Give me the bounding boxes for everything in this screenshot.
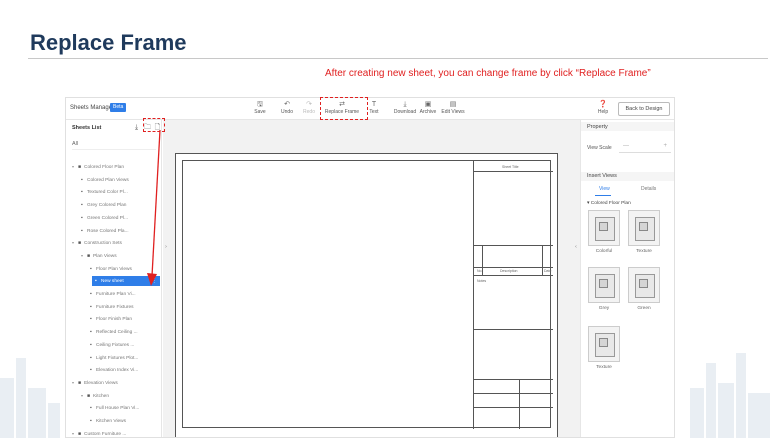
view-scale-stepper[interactable]: — +: [619, 142, 671, 153]
tree-sheet[interactable]: ▪ Furniture Plan Vi...: [90, 289, 160, 299]
tree-item-label: Kitchen Views: [96, 419, 127, 424]
tree-sheet[interactable]: ▪ Floor Finish Plan: [90, 314, 160, 324]
download-button[interactable]: ⤓ Download: [392, 101, 418, 118]
tree-item-label: Colored Plan Views: [87, 177, 129, 183]
tree-item-label: New sheet: [101, 279, 124, 285]
tree-sheet[interactable]: ▪ Furniture Fixtures: [90, 302, 160, 312]
view-thumbnail-label: Texture: [636, 249, 652, 254]
view-group-label: ▾ Colored Floor Plan: [587, 201, 631, 206]
tree-item-label: Rose Colored Pla...: [87, 228, 129, 234]
tree-item-label: Elevation Views: [84, 380, 118, 386]
slide-title: Replace Frame: [30, 30, 187, 55]
download-icon: ⤓: [403, 101, 407, 108]
view-scale-label: View Scale: [587, 145, 612, 151]
tree-item-label: Textured Color Pl...: [87, 190, 128, 196]
decrease-scale-icon[interactable]: —: [623, 143, 629, 149]
floor-plan-preview: [628, 210, 660, 246]
title-block-header: Sheet Title: [502, 165, 519, 169]
floor-plan-preview: [588, 210, 620, 246]
tree-item-label: Grey Colored Plan: [87, 203, 127, 209]
sheets-list-title: Sheets List: [72, 125, 102, 131]
tree-item-label: Floor Plan Views: [96, 266, 132, 272]
app-title: Sheets Manager: [70, 105, 115, 111]
revision-date-label: Date: [544, 269, 552, 273]
tree-sheet[interactable]: ▪ Full House Plan Vi...: [90, 403, 160, 413]
slide-caption: After creating new sheet, you can change…: [325, 68, 651, 79]
tree-item-label: Custom Furniture ...: [84, 431, 127, 437]
increase-scale-icon[interactable]: +: [663, 143, 667, 149]
view-thumbnail[interactable]: Grey: [586, 267, 622, 311]
tab-details[interactable]: Details: [641, 186, 656, 192]
view-thumbnail[interactable]: Texture: [586, 326, 622, 370]
help-button[interactable]: ❓ Help: [596, 101, 610, 115]
floor-plan-preview: [588, 267, 620, 303]
floor-plan-preview: [588, 326, 620, 362]
replace-frame-highlight: [320, 97, 368, 120]
tree-folder[interactable]: ▾ ■ Elevation Views: [72, 378, 160, 388]
property-panel: Property View Scale — + Insert Views Vie…: [580, 120, 674, 437]
view-thumbnail[interactable]: Colorful: [586, 210, 622, 254]
view-thumbnail[interactable]: Texture: [626, 210, 662, 254]
view-thumbnail[interactable]: Green: [626, 267, 662, 311]
archive-icon: ▣: [424, 101, 432, 108]
edit-views-button[interactable]: ▤ Edit Views: [438, 101, 468, 118]
floor-plan-preview: [628, 267, 660, 303]
tree-item-label: Elevation Index Vi...: [96, 368, 139, 374]
tree-sheet[interactable]: ▪ Light Fixtures Plot...: [90, 353, 160, 363]
back-to-design-button[interactable]: Back to Design: [618, 102, 670, 116]
help-icon: ❓: [598, 101, 608, 108]
view-thumbnail-label: Texture: [596, 365, 612, 370]
tree-item-label: Furniture Plan Vi...: [96, 292, 136, 297]
title-divider: [28, 58, 768, 59]
tree-sheet[interactable]: ▪ Ceiling Fixtures ...: [90, 340, 160, 350]
insert-views-title: Insert Views: [587, 173, 617, 179]
tree-sheet[interactable]: ▪ Elevation Index Vi...: [90, 365, 160, 375]
sheet-canvas[interactable]: › Sheet Title No. Description Date Notes: [163, 120, 580, 437]
redo-button[interactable]: ↷ Redo: [295, 101, 323, 118]
view-thumbnail-label: Green: [637, 306, 651, 311]
tree-sheet[interactable]: ▪ Kitchen Views: [90, 416, 160, 426]
redo-icon: ↷: [306, 101, 312, 108]
notes-label: Notes: [477, 279, 487, 283]
save-icon: 🖫: [257, 101, 263, 108]
sheet-border: Sheet Title No. Description Date Notes: [182, 160, 553, 429]
edit-views-icon: ▤: [449, 101, 457, 108]
tree-item-label: Plan Views: [93, 253, 117, 259]
revision-desc-label: Description: [500, 269, 518, 273]
tree-folder[interactable]: ▾ ■ Kitchen: [81, 391, 160, 401]
tree-item-label: Kitchen: [93, 393, 109, 399]
tree-item-label: Ceiling Fixtures ...: [96, 342, 135, 348]
tree-item-label: Floor Finish Plan: [96, 317, 132, 323]
tree-item-label: Colored Floor Plan: [84, 165, 124, 170]
beta-badge: Beta: [110, 103, 127, 112]
tab-view[interactable]: View: [599, 186, 610, 192]
view-thumbnail-label: Colorful: [595, 249, 613, 254]
sheet-frame: Sheet Title No. Description Date Notes: [175, 153, 558, 437]
tree-item-label: Construction Sets: [84, 241, 122, 247]
tree-folder[interactable]: ▾ ■ Custom Furniture ...: [72, 429, 160, 437]
tree-item-label: Reflected Ceiling ...: [96, 330, 138, 336]
tree-item-label: Full House Plan Vi...: [96, 406, 140, 412]
view-thumbnail-label: Grey: [598, 306, 610, 311]
annotation-arrow: [147, 129, 161, 286]
property-title: Property: [587, 124, 608, 130]
title-block: Sheet Title No. Description Date Notes: [473, 161, 553, 429]
collapse-right-icon[interactable]: ‹: [573, 240, 579, 254]
tree-item-label: Light Fixtures Plot...: [96, 355, 139, 361]
tree-item-label: Furniture Fixtures: [96, 304, 134, 310]
tree-sheet[interactable]: ▪ Reflected Ceiling ...: [90, 327, 160, 337]
tree-item-label: Green Colored Pl...: [87, 215, 129, 221]
top-toolbar: Sheets Manager Beta 🖫 Save ↶ Undo ↷ Redo…: [66, 98, 674, 120]
archive-button[interactable]: ▣ Archive: [416, 101, 440, 118]
save-button[interactable]: 🖫 Save: [246, 101, 274, 118]
